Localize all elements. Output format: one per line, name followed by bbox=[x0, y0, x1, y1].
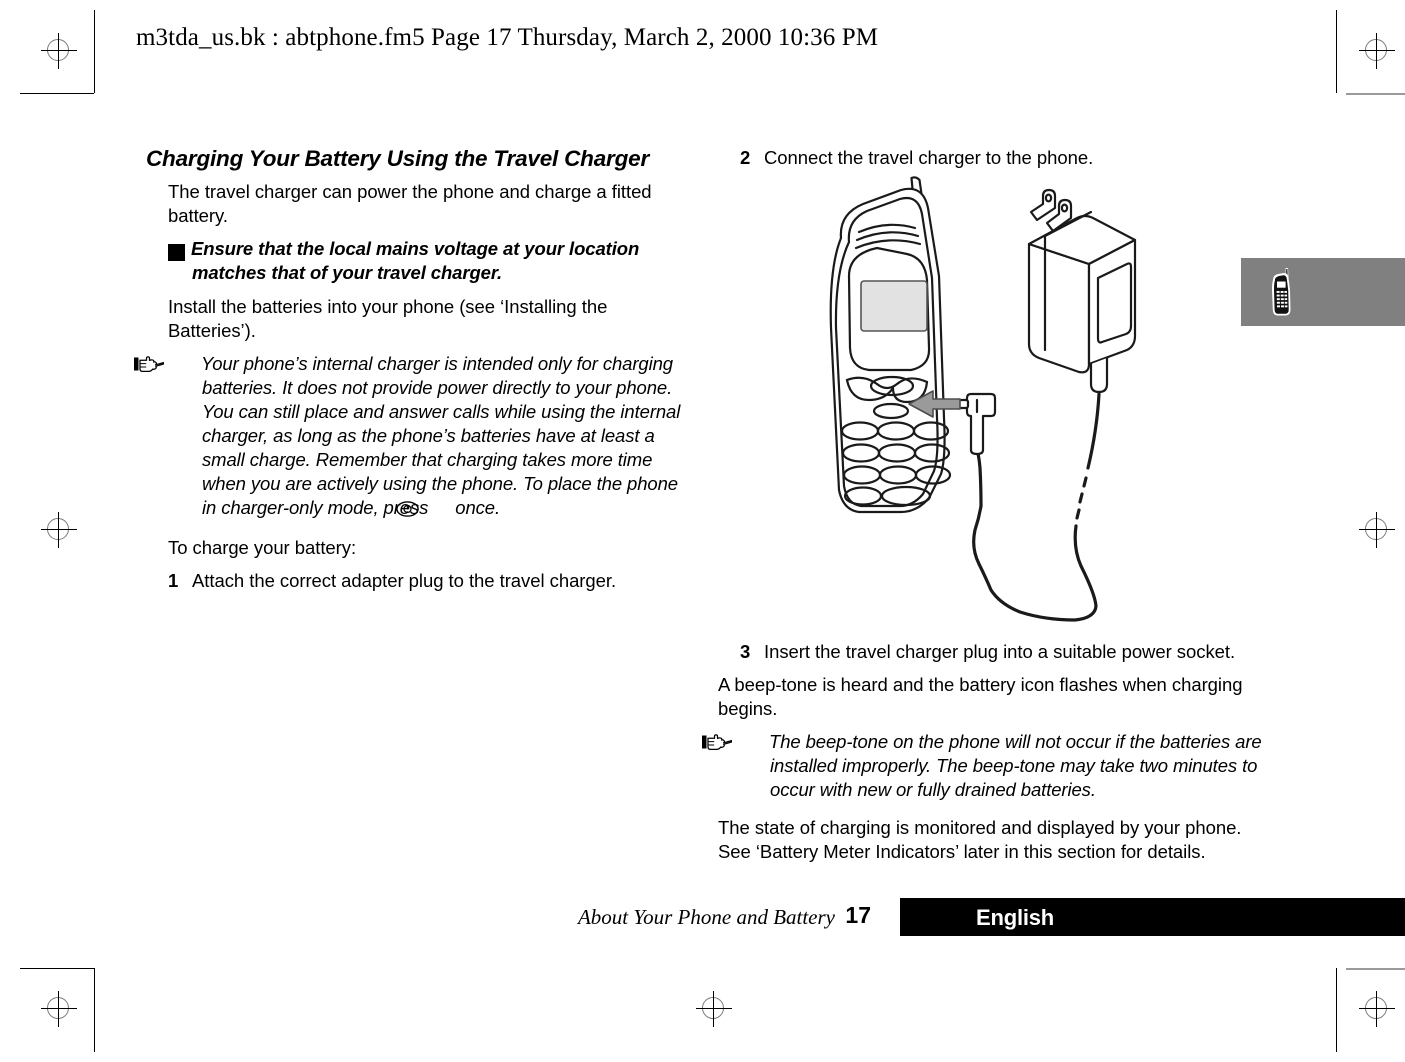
footer-language-bar: English bbox=[900, 898, 1405, 936]
crop-mark-bottom-right-horizontal bbox=[1346, 968, 1405, 970]
phone-icon bbox=[1268, 266, 1296, 318]
beep-tone-note-text: The beep-tone on the phone will not occu… bbox=[769, 731, 1262, 801]
section-thumb-tab bbox=[1241, 258, 1405, 326]
crop-mark-top-left-vertical bbox=[94, 10, 95, 93]
registration-vline-icon bbox=[58, 991, 59, 1027]
step-3-text: Insert the travel charger plug into a su… bbox=[764, 641, 1236, 662]
pointing-hand-icon bbox=[702, 733, 766, 751]
right-column: 2 Connect the travel charger to the phone… bbox=[718, 146, 1263, 170]
step-1: 1 Attach the correct adapter plug to the … bbox=[146, 569, 691, 593]
registration-mark-top-left bbox=[40, 32, 78, 70]
registration-mark-bottom-right bbox=[1358, 990, 1396, 1028]
crop-mark-top-right-vertical bbox=[1336, 10, 1337, 93]
install-batteries-line: Install the batteries into your phone (s… bbox=[168, 295, 608, 341]
crop-mark-bottom-left-horizontal bbox=[20, 968, 94, 969]
step-2-text: Connect the travel charger to the phone. bbox=[764, 147, 1094, 168]
registration-hline-icon bbox=[1359, 1008, 1395, 1009]
registration-vline-icon bbox=[1376, 33, 1377, 69]
warning-exclamation-icon: ! bbox=[162, 244, 185, 262]
registration-hline-icon bbox=[696, 1008, 732, 1009]
page-title: Charging Your Battery Using the Travel C… bbox=[146, 146, 650, 171]
right-column-lower: 3 Insert the travel charger plug into a s… bbox=[702, 640, 1263, 873]
crop-mark-bottom-left-vertical bbox=[94, 968, 95, 1052]
beep-tone-paragraph: A beep-tone is heard and the battery ico… bbox=[718, 674, 1243, 720]
registration-hline-icon bbox=[41, 529, 77, 530]
registration-hline-icon bbox=[41, 1008, 77, 1009]
registration-hline-icon bbox=[1359, 529, 1395, 530]
page-header-text: m3tda_us.bk : abtphone.fm5 Page 17 Thurs… bbox=[136, 24, 879, 51]
registration-mark-bottom-center bbox=[695, 990, 733, 1028]
registration-vline-icon bbox=[58, 512, 59, 548]
left-column: Charging Your Battery Using the Travel C… bbox=[134, 146, 691, 602]
crop-mark-top-right-horizontal bbox=[1346, 93, 1405, 95]
warning-block: ! Ensure that the local mains voltage at … bbox=[146, 237, 691, 285]
step-2: 2 Connect the travel charger to the phone… bbox=[718, 146, 1263, 170]
registration-hline-icon bbox=[1359, 50, 1395, 51]
step-2-number: 2 bbox=[740, 147, 751, 168]
crop-mark-top-left-horizontal bbox=[20, 93, 94, 94]
to-charge-label: To charge your battery: bbox=[168, 536, 357, 558]
registration-mark-right-middle bbox=[1358, 511, 1396, 549]
power-key-icon bbox=[396, 499, 453, 517]
warning-text: Ensure that the local mains voltage at y… bbox=[191, 238, 640, 284]
registration-mark-top-right bbox=[1358, 32, 1396, 70]
registration-vline-icon bbox=[58, 33, 59, 69]
registration-vline-icon bbox=[1376, 991, 1377, 1027]
step-1-text: Attach the correct adapter plug to the t… bbox=[192, 569, 617, 591]
travel-charger-connection-illustration bbox=[805, 168, 1185, 638]
step-3: 3 Insert the travel charger plug into a s… bbox=[718, 640, 1263, 664]
footer-page-number: 17 bbox=[845, 902, 871, 928]
registration-mark-bottom-left bbox=[40, 990, 78, 1028]
step-1-number: 1 bbox=[168, 569, 179, 591]
beep-tone-note: The beep-tone on the phone will not occu… bbox=[702, 730, 1263, 802]
footer-language-label: English bbox=[976, 905, 1055, 930]
internal-charger-note-text-after: once. bbox=[455, 496, 501, 518]
crop-mark-bottom-right-vertical bbox=[1336, 968, 1337, 1052]
internal-charger-note: Your phone’s internal charger is intende… bbox=[134, 352, 691, 520]
page-footer: About Your Phone and Battery 17 English bbox=[136, 898, 1405, 940]
charging-state-paragraph: The state of charging is monitored and d… bbox=[718, 817, 1242, 863]
step-3-number: 3 bbox=[740, 641, 751, 662]
internal-charger-note-text-before: Your phone’s internal charger is intende… bbox=[201, 352, 681, 518]
footer-section-title: About Your Phone and Battery bbox=[577, 905, 835, 929]
registration-vline-icon bbox=[1376, 512, 1377, 548]
registration-mark-left-middle bbox=[40, 511, 78, 549]
pointing-hand-icon bbox=[134, 355, 198, 372]
registration-hline-icon bbox=[41, 50, 77, 51]
registration-vline-icon bbox=[713, 991, 714, 1027]
intro-paragraph: The travel charger can power the phone a… bbox=[168, 181, 652, 227]
